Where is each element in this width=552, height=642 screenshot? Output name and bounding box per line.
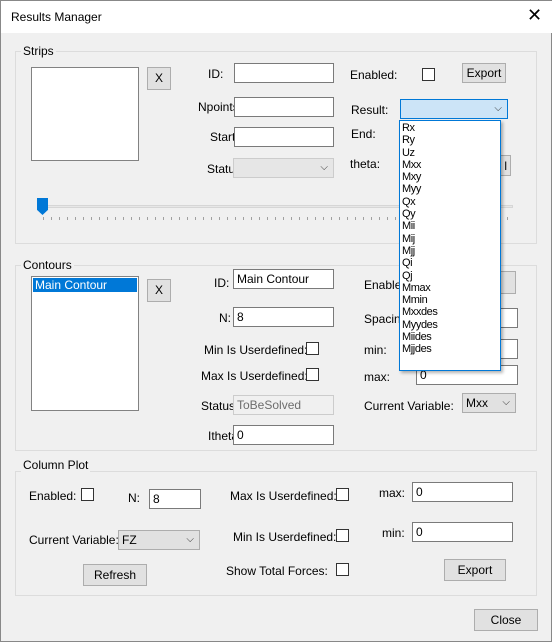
result-option[interactable]: Mij [400, 233, 500, 245]
contour-current-variable-value: Mxx [466, 396, 488, 410]
close-icon[interactable]: ✕ [527, 5, 542, 26]
column-current-variable-value: FZ [122, 533, 137, 547]
result-option[interactable]: Mjj [400, 245, 500, 257]
show-total-forces-checkbox[interactable] [336, 563, 349, 576]
column-min-userdefined-label: Min Is Userdefined: [233, 530, 337, 544]
contour-min-userdefined-label: Min Is Userdefined: [204, 343, 308, 357]
end-label: End: [351, 127, 376, 141]
column-min-userdefined-checkbox[interactable] [336, 529, 349, 542]
column-max-userdefined-checkbox[interactable] [336, 488, 349, 501]
column-current-variable-label: Current Variable: [29, 533, 119, 547]
itheta-input[interactable]: 0 [233, 425, 334, 445]
contour-n-label: N: [219, 311, 231, 325]
result-combo[interactable]: ⌵ [400, 99, 508, 119]
contour-max-userdefined-label: Max Is Userdefined: [201, 369, 308, 383]
column-enabled-label: Enabled: [29, 489, 77, 503]
strip-id-input[interactable] [234, 63, 334, 83]
strip-id-label: ID: [208, 67, 224, 81]
contour-min-label: min: [364, 343, 387, 357]
chevron-down-icon: ⌵ [502, 397, 510, 408]
column-min-input[interactable]: 0 [412, 522, 513, 542]
contour-min-userdefined-checkbox[interactable] [306, 342, 319, 355]
result-option[interactable]: Mmax [400, 282, 500, 294]
column-plot-group-label: Column Plot [21, 458, 91, 472]
result-option[interactable]: Mxy [400, 171, 500, 183]
contours-list[interactable]: Main Contour [31, 276, 139, 411]
column-max-userdefined-label: Max Is Userdefined: [230, 489, 337, 503]
contour-id-label: ID: [214, 276, 230, 290]
contours-group-label: Contours [21, 258, 74, 272]
npoints-input[interactable] [234, 97, 334, 117]
result-option[interactable]: Qx [400, 196, 500, 208]
result-option[interactable]: Mxx [400, 159, 500, 171]
result-option[interactable]: Rx [400, 122, 500, 134]
result-option[interactable]: Myy [400, 183, 500, 195]
chevron-down-icon: ⌵ [320, 162, 328, 173]
result-option[interactable]: Qi [400, 257, 500, 269]
result-option[interactable]: Mjjdes [400, 343, 500, 355]
column-n-label: N: [128, 491, 140, 505]
result-label: Result: [351, 103, 389, 117]
result-option[interactable]: Mii [400, 220, 500, 232]
contour-n-input[interactable]: 8 [233, 307, 334, 327]
window-title: Results Manager [11, 10, 102, 24]
result-option[interactable]: Myydes [400, 319, 500, 331]
result-option[interactable]: Mxxdes [400, 306, 500, 318]
result-option[interactable]: Miides [400, 331, 500, 343]
remove-strip-button[interactable]: X [147, 67, 171, 90]
contour-max-userdefined-checkbox[interactable] [306, 368, 319, 381]
start-input[interactable] [234, 127, 334, 147]
column-n-input[interactable]: 8 [149, 489, 201, 509]
chevron-down-icon: ⌵ [186, 534, 194, 545]
contour-id-input[interactable]: Main Contour [233, 269, 334, 289]
column-current-variable-combo[interactable]: FZ ⌵ [118, 530, 200, 550]
close-button[interactable]: Close [474, 609, 538, 631]
result-option[interactable]: Mmin [400, 294, 500, 306]
column-min-label: min: [382, 526, 405, 540]
results-manager-window: Results Manager ✕ Strips X ID: Npoints: … [0, 0, 552, 642]
result-option[interactable]: Uz [400, 147, 500, 159]
contour-current-variable-label: Current Variable: [364, 399, 454, 413]
contour-current-variable-combo[interactable]: Mxx ⌵ [462, 393, 516, 413]
result-option[interactable]: Ry [400, 134, 500, 146]
theta-label: theta: [350, 157, 381, 171]
title-bar: Results Manager ✕ [1, 1, 552, 33]
column-export-button[interactable]: Export [444, 559, 506, 581]
strips-group-label: Strips [21, 44, 56, 58]
result-option[interactable]: Qy [400, 208, 500, 220]
remove-contour-button[interactable]: X [147, 279, 171, 302]
contour-max-label: max: [364, 370, 391, 384]
strip-enabled-label: Enabled: [350, 68, 398, 82]
strip-status-combo[interactable]: ⌵ [233, 158, 334, 178]
show-total-forces-label: Show Total Forces: [226, 564, 328, 578]
strip-enabled-checkbox[interactable] [422, 68, 435, 81]
result-option[interactable]: Qj [400, 270, 500, 282]
strips-list[interactable] [31, 67, 139, 161]
contour-enabled-label: Enable [364, 278, 402, 292]
column-enabled-checkbox[interactable] [81, 488, 94, 501]
column-max-label: max: [379, 486, 406, 500]
strip-export-button[interactable]: Export [462, 63, 506, 83]
result-dropdown-list[interactable]: Rx Ry Uz Mxx Mxy Myy Qx Qy Mii Mij Mjj Qi Qj Mmax Mmin… [399, 120, 501, 371]
column-max-input[interactable]: 0 [412, 482, 513, 502]
contour-status-input: ToBeSolved [233, 395, 334, 415]
refresh-button[interactable]: Refresh [83, 564, 147, 586]
contour-list-item[interactable]: Main Contour [33, 278, 137, 292]
chevron-down-icon: ⌵ [494, 103, 502, 114]
